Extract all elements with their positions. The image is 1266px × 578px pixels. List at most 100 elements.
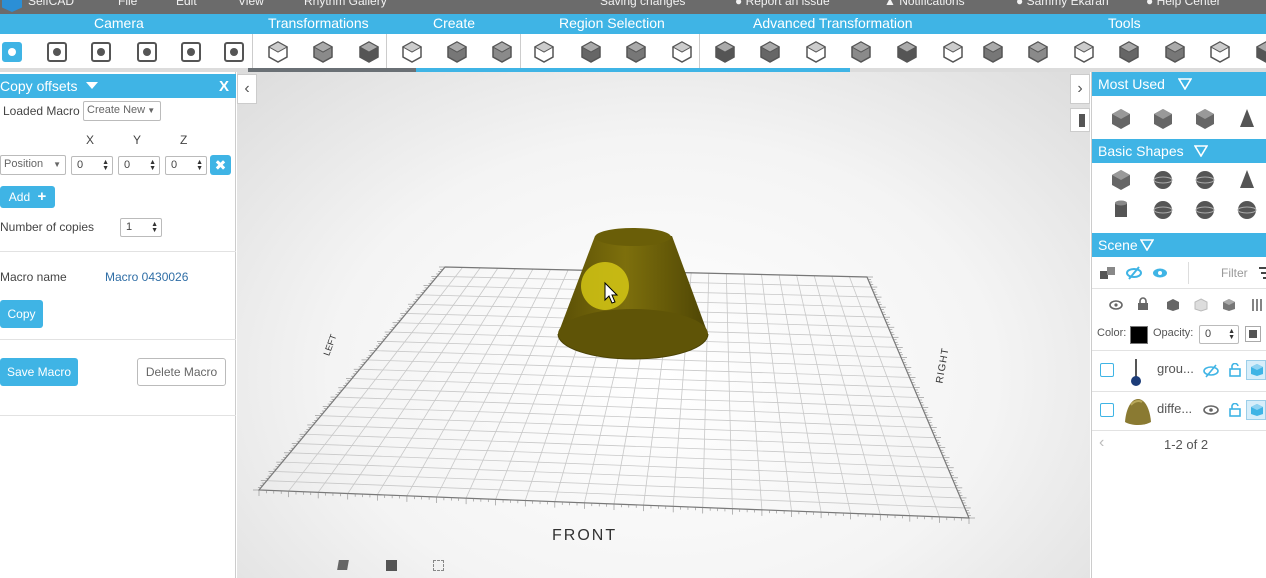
twist-icon[interactable]	[895, 40, 919, 64]
rotate-tool-icon[interactable]	[357, 40, 381, 64]
unlock-icon[interactable]	[1229, 403, 1241, 417]
collapse-right-panel-button[interactable]: ›	[1070, 74, 1090, 104]
move-tool-icon[interactable]	[1109, 107, 1133, 131]
most-used-header[interactable]: Most Used	[1092, 72, 1266, 96]
category-create[interactable]: Create	[433, 15, 475, 31]
category-transformations[interactable]: Transformations	[268, 15, 369, 31]
cone-icon[interactable]	[1235, 168, 1259, 192]
opacity-reset-icon[interactable]	[1245, 326, 1261, 342]
report-issue-link[interactable]: ● Report an issue	[735, 0, 830, 8]
offset-y-input[interactable]: 0 ▲ ▼	[118, 156, 160, 175]
menu-rhythm-gallery[interactable]: Rhythm Gallery	[304, 0, 387, 8]
stepper-icon[interactable]: ▲ ▼	[151, 221, 158, 234]
face-select-icon[interactable]	[579, 40, 603, 64]
scene-item-checkbox[interactable]	[1100, 403, 1114, 417]
stepper-icon[interactable]: ▲ ▼	[1228, 328, 1235, 341]
screenshot-icon[interactable]	[222, 40, 246, 64]
notifications-link[interactable]: ▲ Notifications	[884, 0, 965, 8]
menu-view[interactable]: View	[238, 0, 264, 8]
scene-filter-input[interactable]: Filter	[1188, 262, 1258, 284]
save-macro-button[interactable]: Save Macro	[0, 358, 78, 386]
3d-viewport[interactable]: ‹ › FRONT LEFT RIGHT	[237, 72, 1090, 578]
cylinder-icon[interactable]	[1109, 198, 1133, 222]
stepper-icon[interactable]: ▲ ▼	[102, 159, 109, 172]
torus-knot-icon[interactable]	[1151, 198, 1175, 222]
opacity-input[interactable]: 0 ▲ ▼	[1199, 325, 1239, 344]
shapes-cube-icon[interactable]	[400, 40, 424, 64]
loaded-macro-select[interactable]: Create New ▼	[83, 101, 161, 121]
loop-cut-icon[interactable]	[804, 40, 828, 64]
eye-icon[interactable]	[1203, 404, 1219, 416]
boolean-icon[interactable]	[1026, 40, 1050, 64]
solid-mode-toggle[interactable]	[1246, 360, 1266, 380]
camera-settings-icon[interactable]	[179, 40, 203, 64]
basic-shapes-header[interactable]: Basic Shapes	[1092, 139, 1266, 163]
camera-3d-view-icon[interactable]	[0, 40, 24, 64]
dodecahedron-icon[interactable]	[1235, 198, 1259, 222]
scene-item-checkbox[interactable]	[1100, 363, 1114, 377]
more-tools-icon[interactable]	[1254, 40, 1266, 64]
stitch-icon[interactable]	[1072, 40, 1096, 64]
scale-tool-icon[interactable]	[1151, 107, 1175, 131]
scene-item-group[interactable]: grou...	[1092, 351, 1266, 391]
remove-offset-button[interactable]: ✖	[210, 155, 231, 175]
number-of-copies-input[interactable]: 1 ▲ ▼	[120, 218, 162, 237]
help-center-link[interactable]: ● Help Center	[1146, 0, 1221, 8]
scene-header[interactable]: Scene	[1092, 233, 1266, 257]
bevel-icon[interactable]	[758, 40, 782, 64]
category-tools[interactable]: Tools	[1108, 15, 1141, 31]
smooth-icon[interactable]	[1163, 40, 1187, 64]
pager-prev-icon[interactable]: ‹	[1099, 434, 1104, 452]
offset-x-input[interactable]: 0 ▲ ▼	[71, 156, 113, 175]
user-menu[interactable]: ● Sammy Ekaran	[1016, 0, 1109, 8]
hide-all-icon[interactable]	[1126, 266, 1142, 280]
cube-icon[interactable]	[1109, 168, 1133, 192]
solid-view-icon[interactable]	[386, 560, 397, 571]
torus-icon[interactable]	[1151, 168, 1175, 192]
sphere-icon[interactable]	[1193, 168, 1217, 192]
caret-down-icon[interactable]	[86, 82, 98, 90]
category-region-selection[interactable]: Region Selection	[559, 15, 665, 31]
extrude-icon[interactable]	[713, 40, 737, 64]
view-cube-toggle[interactable]	[1070, 108, 1090, 132]
icosahedron-icon[interactable]	[1193, 198, 1217, 222]
shape-generator-icon[interactable]	[445, 40, 469, 64]
stepper-icon[interactable]: ▲ ▼	[149, 159, 156, 172]
group-objects-icon[interactable]	[1100, 267, 1116, 279]
color-swatch[interactable]	[1130, 326, 1148, 344]
move-tool-icon[interactable]	[266, 40, 290, 64]
zoom-selection-icon[interactable]	[45, 40, 69, 64]
hidden-eye-icon[interactable]	[1203, 364, 1219, 378]
vertex-select-icon[interactable]	[670, 40, 694, 64]
add-offset-button[interactable]: Add +	[0, 186, 55, 208]
edge-select-icon[interactable]	[624, 40, 648, 64]
pan-hand-icon[interactable]	[89, 40, 113, 64]
bend-icon[interactable]	[941, 40, 965, 64]
rotate-tool-icon[interactable]	[1193, 107, 1217, 131]
stepper-icon[interactable]: ▲ ▼	[196, 159, 203, 172]
offset-type-select[interactable]: Position ▼	[0, 155, 66, 175]
perspective-view-icon[interactable]	[337, 560, 349, 570]
show-all-icon[interactable]	[1152, 267, 1168, 279]
region-select-icon[interactable]	[532, 40, 556, 64]
category-camera[interactable]: Camera	[94, 15, 144, 31]
scene-item-difference[interactable]: diffe...	[1092, 392, 1266, 430]
rotate-view-icon[interactable]	[135, 40, 159, 64]
scene-menu-icon[interactable]	[1259, 266, 1266, 280]
wireframe-view-icon[interactable]	[433, 560, 444, 571]
paint-icon[interactable]	[1235, 107, 1259, 131]
close-panel-button[interactable]: X	[219, 78, 229, 95]
simplify-icon[interactable]	[1208, 40, 1232, 64]
taper-icon[interactable]	[849, 40, 873, 64]
collapse-left-panel-button[interactable]: ‹	[237, 74, 257, 104]
scale-tool-icon[interactable]	[311, 40, 335, 64]
delete-macro-button[interactable]: Delete Macro	[137, 358, 226, 386]
menu-file[interactable]: File	[118, 0, 137, 8]
box-icon[interactable]	[490, 40, 514, 64]
category-advanced-transformation[interactable]: Advanced Transformation	[753, 15, 913, 31]
offset-z-input[interactable]: 0 ▲ ▼	[165, 156, 207, 175]
copy-button[interactable]: Copy	[0, 300, 43, 328]
macro-name-value[interactable]: Macro 0430026	[105, 270, 188, 284]
unlock-icon[interactable]	[1229, 363, 1241, 377]
sculpt-icon[interactable]	[1117, 40, 1141, 64]
